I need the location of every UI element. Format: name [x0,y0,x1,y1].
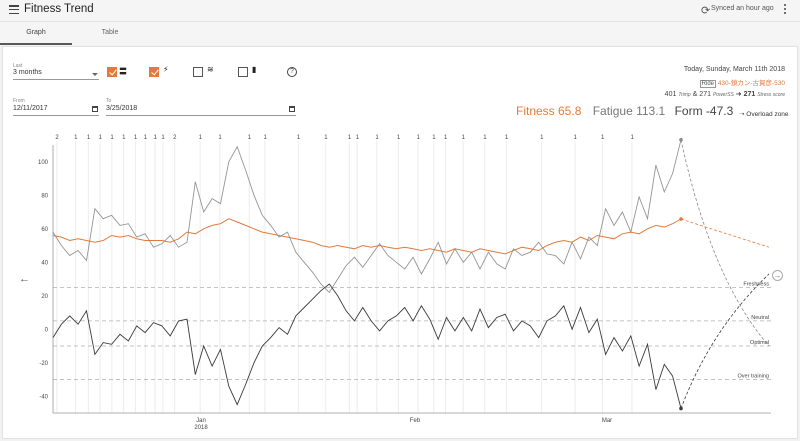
axes: 100 80 60 40 20 0 -20 -40 Jan2018 Feb Mar [38,145,771,431]
activity-marker-count: 1 [356,135,360,141]
activity-marker-count: 1 [248,135,252,141]
x-tick-label: Jan [196,418,206,424]
activity-marker-count: 1 [574,135,578,141]
zone-lines: FreshnessNeutralOptimalOver training [53,281,771,380]
y-tick-label: -20 [39,361,48,367]
activity-marker-count: 1 [483,135,487,141]
activity-marker-count: 1 [630,135,634,141]
y-tick-label: 100 [38,160,49,166]
activity-markers: 2111111111211111111111111111111 [55,135,634,413]
activity-marker-count: 1 [444,135,448,141]
series-lines [52,138,683,411]
activity-marker-count: 1 [348,135,352,141]
activity-marker-count: 1 [144,135,148,141]
y-tick-label: 0 [45,327,49,333]
activity-marker-count: 1 [432,135,436,141]
activity-marker-count: 1 [161,135,165,141]
activity-marker-count: 1 [540,135,544,141]
activity-marker-count: 1 [74,135,78,141]
more-options-icon[interactable] [784,4,787,16]
zone-label: Neutral [751,315,769,321]
x-tick-label: Mar [602,418,612,424]
zone-label: Over training [738,374,770,380]
x-tick-label: Feb [410,418,421,424]
tab-table[interactable]: Table [74,22,146,45]
activity-marker-count: 1 [462,135,466,141]
activity-marker-count: 1 [375,135,379,141]
fitness-trend-chart[interactable]: 2111111111211111111111111111111 Freshnes… [3,47,799,440]
activity-marker-count: 1 [87,135,91,141]
activity-marker-count: 1 [122,135,126,141]
app-title: Fitness Trend [24,3,94,15]
activity-marker-count: 1 [263,135,267,141]
series-fitness-line [52,218,682,255]
activity-marker-count: 2 [55,135,59,141]
y-tick-label: 40 [41,260,48,266]
y-tick-label: -40 [39,394,48,400]
activity-marker-count: 1 [218,135,222,141]
activity-marker-count: 1 [324,135,328,141]
activity-marker-count: 1 [199,135,203,141]
activity-marker-count: 1 [99,135,103,141]
activity-marker-count: 1 [134,135,138,141]
activity-marker-count: 1 [397,135,401,141]
activity-marker-count: 1 [297,135,301,141]
app-bar: Fitness Trend ⟳ Synced an hour ago [0,0,800,22]
sync-icon[interactable]: ⟳ [701,4,710,17]
activity-marker-count: 1 [505,135,509,141]
tab-bar: Graph Table [0,22,800,45]
y-tick-label: 60 [41,227,48,233]
graph-card: Last 3 months From 12/11/2017 To 3/25/20… [2,46,798,439]
y-tick-label: 20 [41,294,48,300]
activity-marker-count: 1 [154,135,158,141]
activity-marker-count: 1 [110,135,114,141]
activity-marker-count: 1 [417,135,421,141]
tab-graph[interactable]: Graph [0,22,72,45]
sync-status: Synced an hour ago [711,5,774,12]
series-fatigue-line [52,139,682,294]
activity-marker-count: 1 [601,135,605,141]
zone-label: Freshness [743,281,769,287]
hamburger-menu-icon[interactable] [9,5,19,15]
forecast-lines [680,139,770,409]
activity-marker-count: 2 [173,135,177,141]
series-form-point [679,406,683,411]
forecast-fitness-line [680,218,770,248]
y-tick-label: 80 [41,193,48,199]
x-tick-sublabel: 2018 [194,425,208,431]
